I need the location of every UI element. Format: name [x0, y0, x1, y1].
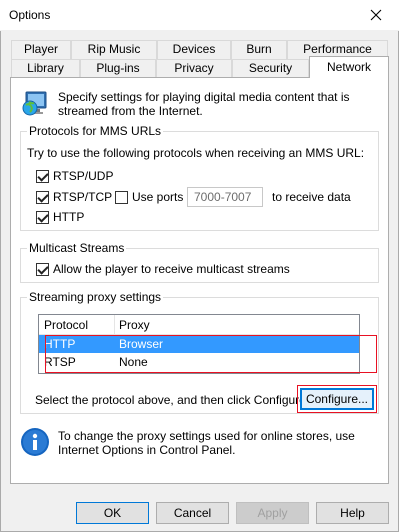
http-option[interactable]: HTTP: [36, 210, 84, 224]
title-bar: Options: [0, 0, 399, 31]
tab-plug-ins[interactable]: Plug-ins: [80, 59, 156, 78]
tab-rip-music[interactable]: Rip Music: [71, 40, 157, 59]
mms-group-legend: Protocols for MMS URLs: [27, 124, 164, 138]
tab-network[interactable]: Network: [309, 56, 389, 78]
column-proxy[interactable]: Proxy: [119, 318, 150, 332]
select-protocol-text: Select the protocol above, and then clic…: [35, 393, 310, 407]
use-ports-label: Use ports: [132, 190, 184, 204]
rtsp-udp-option[interactable]: RTSP/UDP: [36, 169, 113, 183]
help-button[interactable]: Help: [316, 502, 389, 524]
use-ports-option[interactable]: Use ports: [115, 190, 183, 204]
ports-input[interactable]: 7000-7007: [187, 187, 263, 207]
network-globe-icon: [22, 91, 47, 116]
http-checkbox[interactable]: [36, 210, 49, 224]
multicast-checkbox[interactable]: [36, 262, 49, 276]
tab-burn[interactable]: Burn: [231, 40, 287, 59]
tab-devices[interactable]: Devices: [157, 40, 231, 59]
tab-library[interactable]: Library: [11, 59, 80, 78]
info-icon: [21, 428, 49, 456]
multicast-option[interactable]: Allow the player to receive multicast st…: [36, 262, 290, 276]
tab-player[interactable]: Player: [11, 40, 71, 59]
proxy-group-legend: Streaming proxy settings: [27, 290, 164, 304]
close-icon: [370, 9, 382, 21]
cancel-button[interactable]: Cancel: [156, 502, 229, 524]
proxy-settings-group: Streaming proxy settings Protocol Proxy …: [20, 290, 379, 414]
window-title: Options: [9, 8, 51, 22]
rtsp-tcp-option[interactable]: RTSP/TCP: [36, 190, 112, 204]
multicast-label: Allow the player to receive multicast st…: [53, 262, 290, 276]
network-panel: Specify settings for playing digital med…: [10, 77, 389, 484]
multicast-group: Multicast Streams Allow the player to re…: [20, 241, 379, 283]
mms-instruction: Try to use the following protocols when …: [27, 146, 365, 160]
rtsp-udp-checkbox[interactable]: [36, 169, 49, 183]
rtsp-udp-label: RTSP/UDP: [53, 169, 114, 183]
rtsp-tcp-checkbox[interactable]: [36, 190, 49, 204]
rtsp-tcp-label: RTSP/TCP: [53, 190, 113, 204]
tab-security[interactable]: Security: [232, 59, 309, 78]
highlight-box-list: [45, 335, 377, 373]
apply-button[interactable]: Apply: [236, 502, 309, 524]
tab-privacy[interactable]: Privacy: [156, 59, 232, 78]
highlight-box-configure: [297, 385, 377, 413]
multicast-group-legend: Multicast Streams: [27, 241, 127, 255]
column-protocol[interactable]: Protocol: [44, 318, 88, 332]
close-button[interactable]: [353, 0, 399, 30]
proxy-list-header: Protocol Proxy: [39, 315, 359, 335]
http-label: HTTP: [53, 210, 85, 224]
intro-text: Specify settings for playing digital med…: [58, 90, 350, 118]
to-receive-data-label: to receive data: [272, 190, 351, 204]
mms-protocols-group: Protocols for MMS URLs Try to use the fo…: [20, 124, 379, 231]
info-text: To change the proxy settings used for on…: [58, 429, 355, 457]
use-ports-checkbox[interactable]: [115, 190, 128, 204]
ok-button[interactable]: OK: [76, 502, 149, 524]
